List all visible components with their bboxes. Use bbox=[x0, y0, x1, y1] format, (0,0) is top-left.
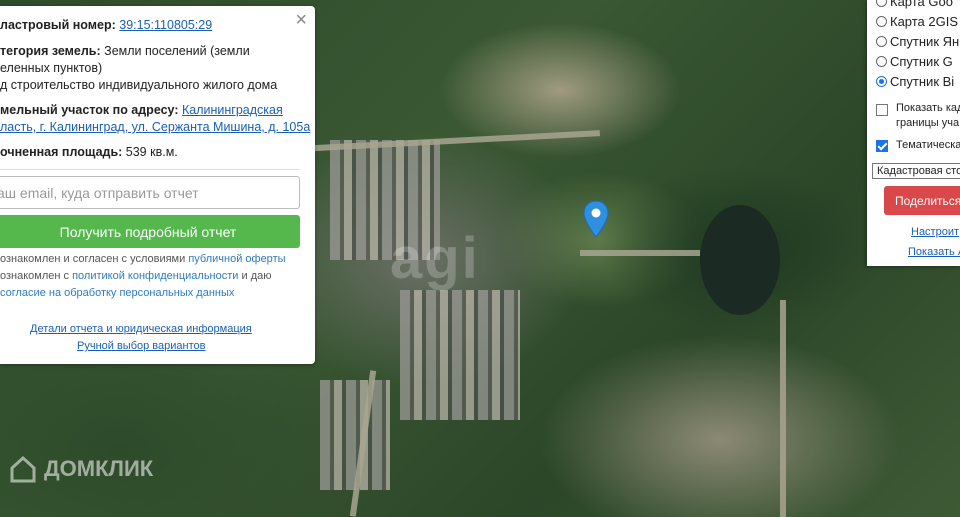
basemap-label: Спутник Ян bbox=[890, 34, 960, 49]
consent-link[interactable]: согласие на обработку персональных данны… bbox=[0, 287, 234, 299]
area-row: очненная площадь: 539 кв.м. bbox=[0, 144, 178, 161]
category-row: тегория земель: Земли поселений (земли bbox=[0, 43, 250, 60]
thematic-checkbox[interactable] bbox=[876, 139, 888, 152]
basemap-radio[interactable] bbox=[876, 36, 887, 47]
share-button[interactable]: Поделиться bbox=[884, 186, 960, 215]
address-label: мельный участок по адресу: bbox=[0, 103, 179, 117]
basemap-option[interactable]: Карта 2GIS bbox=[876, 14, 958, 29]
houses-block-2 bbox=[400, 290, 520, 420]
location-pin-icon[interactable] bbox=[583, 200, 609, 238]
brand-logo: ДОМКЛИК bbox=[8, 454, 153, 484]
report-details-link[interactable]: Детали отчета и юридическая информация bbox=[30, 323, 252, 335]
manual-choice-link[interactable]: Ручной выбор вариантов bbox=[77, 340, 205, 352]
basemap-radio[interactable] bbox=[876, 16, 887, 27]
basemap-radio[interactable] bbox=[876, 76, 887, 87]
basemap-option[interactable]: Спутник Ян bbox=[876, 34, 959, 49]
road-3 bbox=[780, 300, 786, 517]
map-layers-panel: Карта Goo Карта 2GIS Спутник Ян Спутник G Сп… bbox=[867, 0, 960, 266]
thematic-label: Тематическа bbox=[896, 139, 960, 151]
area-label: очненная площадь: bbox=[0, 145, 123, 159]
cadastral-row: ластровый номер: 39:15:110805:29 bbox=[0, 17, 212, 34]
category-line3: д строительство индивидуального жилого д… bbox=[0, 78, 278, 92]
privacy-policy-link[interactable]: политикой конфиденциальности bbox=[72, 270, 238, 282]
road-2 bbox=[580, 250, 700, 256]
public-offer-link[interactable]: публичной оферты bbox=[188, 253, 285, 265]
show-borders-line1: Показать кад bbox=[896, 102, 960, 114]
legal-2-tail: и даю bbox=[241, 270, 272, 282]
address-link-2[interactable]: ласть, г. Калининград, ул. Сержанта Миши… bbox=[0, 120, 310, 134]
category-line2: еленных пунктов) bbox=[0, 61, 103, 75]
brand-name: ДОМКЛИК bbox=[44, 456, 154, 481]
divider bbox=[0, 169, 300, 170]
address-line2: ласть, г. Калининград, ул. Сержанта Миши… bbox=[0, 119, 310, 136]
basemap-label: Спутник Bi bbox=[890, 74, 955, 89]
legal-line-3: согласие на обработку персональных данны… bbox=[0, 285, 234, 302]
show-borders-option[interactable]: Показать кад границы уча bbox=[876, 101, 960, 131]
cadastral-label: ластровый номер: bbox=[0, 18, 116, 32]
close-icon[interactable]: × bbox=[295, 10, 307, 30]
legal-1-text: ознакомлен и согласен с условиями bbox=[0, 253, 186, 265]
area-value: 539 кв.м. bbox=[125, 145, 178, 159]
basemap-radio[interactable] bbox=[876, 0, 887, 7]
basemap-label: Карта Goo bbox=[890, 0, 953, 9]
show-borders-label: Показать кад границы уча bbox=[896, 101, 960, 131]
pond bbox=[700, 205, 780, 315]
cadastral-number-link[interactable]: 39:15:110805:29 bbox=[119, 18, 212, 32]
thematic-option[interactable]: Тематическа bbox=[876, 138, 960, 153]
configure-link[interactable]: Настроит bbox=[911, 226, 959, 238]
category-value: Земли поселений (земли bbox=[104, 44, 250, 58]
legal-line-2: ознакомлен с политикой конфиденциальност… bbox=[0, 268, 272, 285]
basemap-option[interactable]: Спутник Bi bbox=[876, 74, 954, 89]
basemap-label: Карта 2GIS bbox=[890, 14, 959, 29]
basemap-label: Спутник G bbox=[890, 54, 953, 69]
show-borders-line2: границы уча bbox=[896, 117, 960, 129]
basemap-option[interactable]: Карта Goo bbox=[876, 0, 953, 9]
legal-2-text: ознакомлен с bbox=[0, 270, 70, 282]
address-row: мельный участок по адресу: Калининградск… bbox=[0, 102, 283, 119]
thematic-select[interactable]: Кадастровая сто bbox=[872, 163, 960, 179]
parcel-info-panel: × ластровый номер: 39:15:110805:29 тегор… bbox=[0, 6, 315, 364]
show-link[interactable]: Показать А bbox=[908, 246, 960, 258]
email-field[interactable] bbox=[0, 176, 300, 209]
basemap-radio[interactable] bbox=[876, 56, 887, 67]
category-label: тегория земель: bbox=[0, 44, 101, 58]
address-link-1[interactable]: Калининградская bbox=[182, 103, 283, 117]
map-watermark: agi bbox=[390, 226, 480, 291]
show-borders-checkbox[interactable] bbox=[876, 104, 888, 116]
house-logo-icon bbox=[10, 455, 36, 483]
get-report-button[interactable]: Получить подробный отчет bbox=[0, 215, 300, 248]
legal-line-1: ознакомлен и согласен с условиями публич… bbox=[0, 251, 286, 268]
basemap-option[interactable]: Спутник G bbox=[876, 54, 953, 69]
